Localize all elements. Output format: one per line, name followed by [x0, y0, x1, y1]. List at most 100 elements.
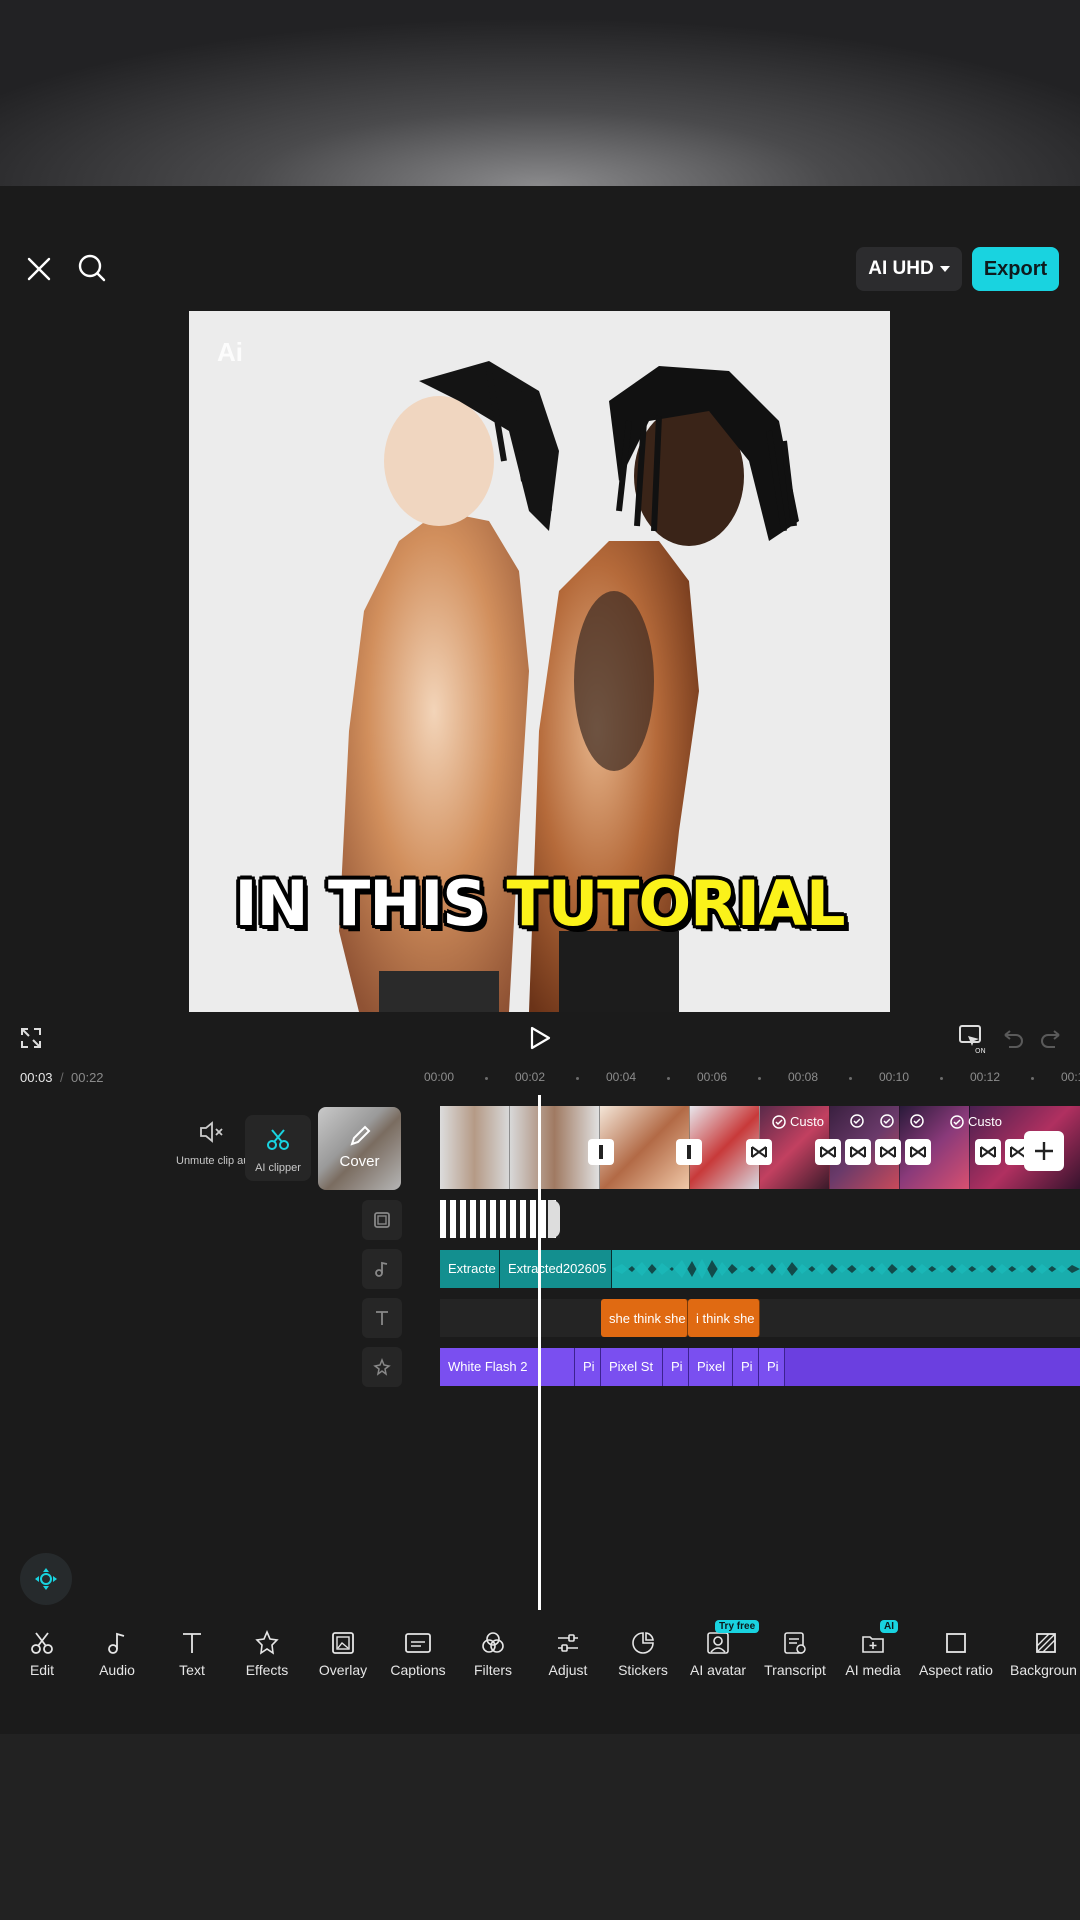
effect-clip[interactable]: Pi — [733, 1348, 759, 1386]
effect-clip[interactable]: Pixel — [689, 1348, 733, 1386]
ruler-tick: 00:10 — [879, 1070, 910, 1084]
tool-adjust[interactable]: Adjust — [530, 1628, 606, 1678]
ruler-tick: 00:08 — [788, 1070, 819, 1084]
sliders-icon — [558, 1634, 578, 1652]
ai-clipper-button[interactable]: AI clipper — [245, 1115, 311, 1181]
video-caption: IN THIS TUTORIAL — [189, 867, 890, 940]
top-gradient-backdrop — [0, 0, 1080, 186]
text-track-icon[interactable] — [362, 1298, 402, 1338]
tool-label: Aspect ratio — [919, 1662, 993, 1678]
effect-clip[interactable]: Pi — [759, 1348, 785, 1386]
caret-down-icon — [939, 266, 950, 272]
check-circle-icon — [950, 1114, 964, 1129]
caption-highlight-text: TUTORIAL — [506, 867, 846, 940]
svg-text:ON: ON — [975, 1047, 986, 1054]
keyframe-on-button[interactable]: ON — [958, 1024, 988, 1054]
time-separator: / — [60, 1070, 64, 1085]
avatar-icon — [707, 1632, 729, 1654]
effect-clip[interactable]: White Flash 2 — [440, 1348, 575, 1386]
transition-icon[interactable] — [676, 1139, 702, 1165]
tool-aspect-ratio[interactable]: Aspect ratio — [918, 1628, 994, 1678]
ruler-tick: 00:00 — [424, 1070, 455, 1084]
effect-clip[interactable]: Pi — [575, 1348, 601, 1386]
undo-button[interactable] — [1001, 1027, 1025, 1051]
tool-label: Captions — [390, 1662, 446, 1678]
audio-clip-label: Extracte — [448, 1261, 496, 1276]
tool-audio[interactable]: Audio — [79, 1628, 155, 1678]
transition-icon[interactable] — [845, 1139, 871, 1165]
filters-icon — [482, 1632, 504, 1653]
playhead[interactable] — [538, 1095, 541, 1610]
timeline-tracks[interactable]: Custo Custo Extracte Extracted202605 she… — [440, 1100, 1080, 1400]
close-icon — [27, 257, 51, 281]
text-clip[interactable]: she think she — [601, 1299, 688, 1337]
music-note-icon — [375, 1261, 388, 1277]
tool-edit[interactable]: Edit — [4, 1628, 80, 1678]
effect-clip[interactable]: Pixel St — [601, 1348, 663, 1386]
transition-icon[interactable] — [905, 1139, 931, 1165]
speaker-muted-icon — [200, 1121, 223, 1143]
sticker-track-icon[interactable] — [362, 1200, 402, 1240]
tool-text[interactable]: Text — [154, 1628, 230, 1678]
resolution-dropdown[interactable]: AI UHD — [856, 247, 962, 291]
check-circle-icon — [772, 1114, 786, 1129]
custom-clip-label: Custo — [772, 1114, 824, 1129]
sticker-icon — [632, 1632, 654, 1654]
transition-icon[interactable] — [875, 1139, 901, 1165]
try-free-badge: Try free — [715, 1620, 760, 1633]
tool-background[interactable]: Backgroun — [1010, 1628, 1080, 1678]
timeline-ruler[interactable]: 00:00 00:02 00:04 00:06 00:08 00:10 00:1… — [420, 1070, 1080, 1090]
tool-stickers[interactable]: Stickers — [605, 1628, 681, 1678]
tool-captions[interactable]: Captions — [380, 1628, 456, 1678]
ruler-dot — [485, 1077, 488, 1080]
transition-icon[interactable] — [815, 1139, 841, 1165]
scissors-icon — [31, 1632, 53, 1654]
tool-ai-media[interactable]: AI AI media — [835, 1620, 911, 1678]
tool-filters[interactable]: Filters — [455, 1628, 531, 1678]
fullscreen-button[interactable] — [18, 1025, 44, 1051]
sticker-clip[interactable] — [440, 1200, 560, 1238]
unmute-clip-audio-button[interactable]: Unmute clip audio — [176, 1120, 264, 1167]
tool-label: Text — [179, 1662, 205, 1678]
cover-label: Cover — [339, 1153, 380, 1170]
transition-icon[interactable] — [975, 1139, 1001, 1165]
sticker-clip-handle[interactable] — [548, 1200, 560, 1238]
play-button[interactable] — [525, 1023, 555, 1053]
tool-transcript[interactable]: Transcript — [757, 1628, 833, 1678]
effect-clip[interactable]: Pi — [663, 1348, 689, 1386]
close-button[interactable] — [20, 250, 58, 288]
music-note-icon — [108, 1632, 125, 1654]
tool-label: Transcript — [764, 1662, 826, 1678]
resolution-label: AI UHD — [868, 258, 934, 279]
search-button[interactable] — [72, 248, 112, 288]
add-clip-button[interactable] — [1024, 1131, 1064, 1171]
text-clip[interactable]: i think she — [688, 1299, 760, 1337]
assistant-button[interactable] — [20, 1553, 72, 1605]
tool-overlay[interactable]: Overlay — [305, 1628, 381, 1678]
plus-icon — [1035, 1142, 1053, 1160]
watermark: Ai — [217, 337, 243, 367]
ruler-tick: 00:02 — [515, 1070, 546, 1084]
audio-track-icon[interactable] — [362, 1249, 402, 1289]
aspect-ratio-icon — [946, 1633, 966, 1653]
ruler-tick: 00:04 — [606, 1070, 637, 1084]
cover-button[interactable]: Cover — [318, 1107, 401, 1190]
audio-track[interactable]: Extracte Extracted202605 — [440, 1250, 1080, 1288]
transition-icon[interactable] — [588, 1139, 614, 1165]
video-preview[interactable]: Ai IN THIS TUTORIAL — [189, 311, 890, 1012]
effects-track-icon[interactable] — [362, 1347, 402, 1387]
tool-effects[interactable]: Effects — [229, 1628, 305, 1678]
captions-icon — [405, 1633, 431, 1653]
play-icon — [530, 1026, 551, 1050]
export-button[interactable]: Export — [972, 247, 1059, 291]
custom-clip-label: Custo — [950, 1114, 1002, 1129]
move-crosshair-icon — [35, 1568, 57, 1590]
transition-icon[interactable] — [746, 1139, 772, 1165]
image-frame-icon — [374, 1212, 390, 1228]
text-icon — [376, 1311, 388, 1325]
background-icon — [1036, 1633, 1056, 1653]
tool-ai-avatar[interactable]: Try free AI avatar — [680, 1620, 760, 1678]
keyframe-on-icon: ON — [959, 1025, 986, 1054]
redo-button[interactable] — [1039, 1027, 1063, 1051]
ai-media-icon — [862, 1636, 884, 1653]
